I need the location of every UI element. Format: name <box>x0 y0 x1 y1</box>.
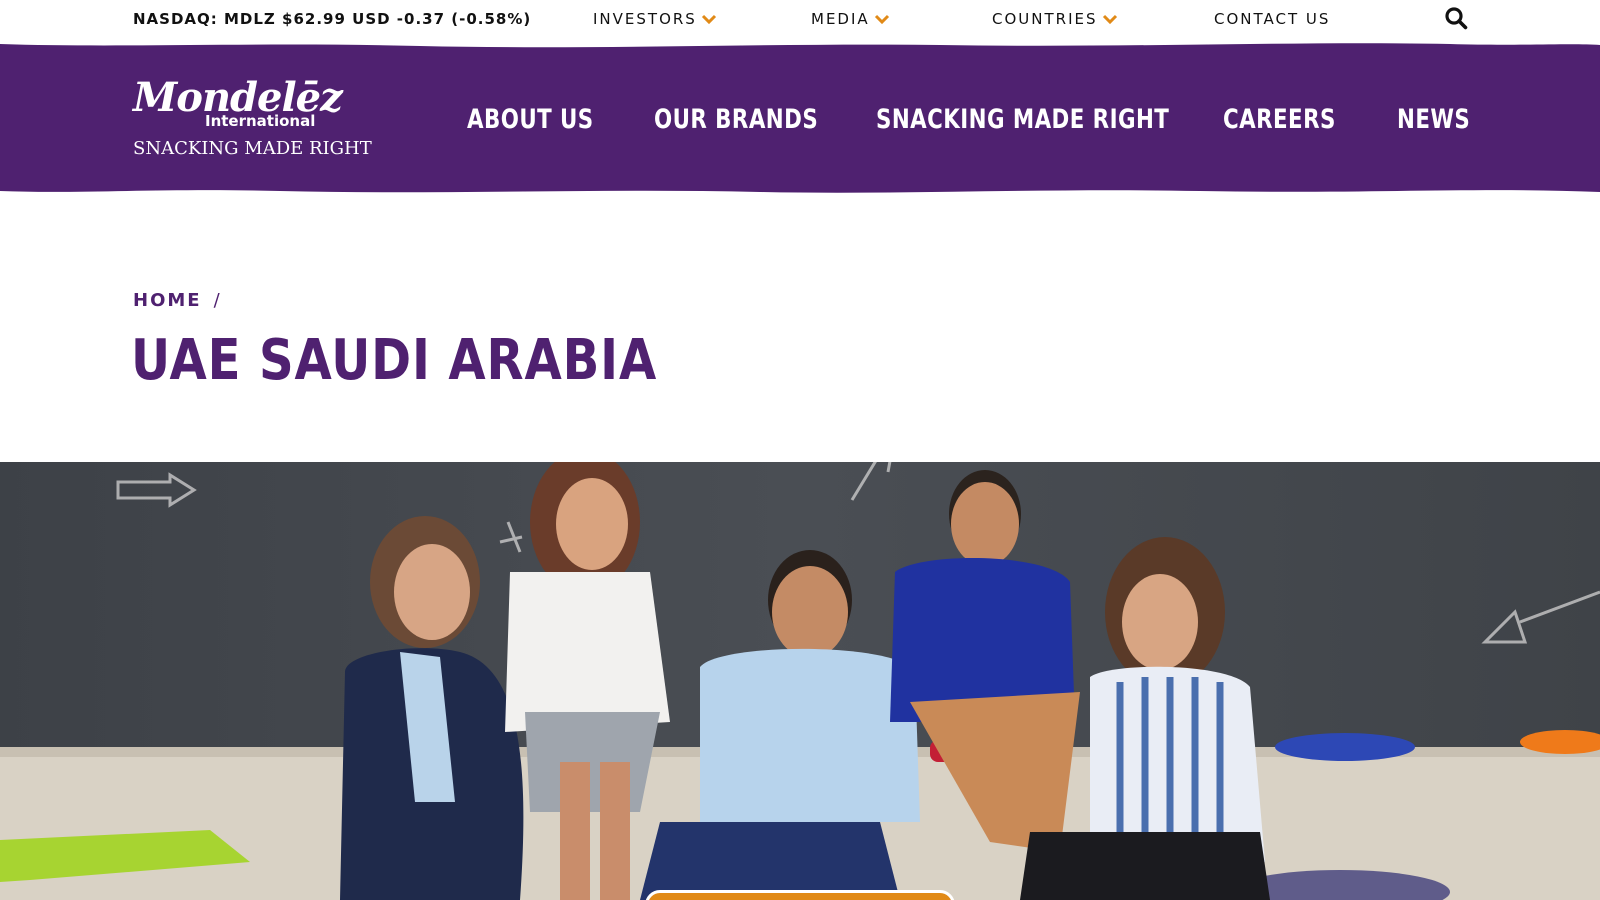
main-navigation: Mondelēz International SNACKING MADE RIG… <box>0 40 1600 198</box>
page-title: UAE SAUDI ARABIA <box>131 328 658 393</box>
logo-subtitle: International <box>205 112 316 130</box>
logo-tagline: SNACKING MADE RIGHT <box>133 138 372 159</box>
investors-label: INVESTORS <box>593 10 697 28</box>
nav-snacking-made-right[interactable]: SNACKING MADE RIGHT <box>876 104 1169 135</box>
search-icon[interactable] <box>1444 6 1468 30</box>
nav-careers[interactable]: CAREERS <box>1223 104 1336 135</box>
countries-label: COUNTRIES <box>992 10 1098 28</box>
media-label: MEDIA <box>811 10 870 28</box>
stock-ticker: NASDAQ: MDLZ $62.99 USD -0.37 (-0.58%) <box>133 10 532 28</box>
utility-bar: NASDAQ: MDLZ $62.99 USD -0.37 (-0.58%) I… <box>0 0 1600 44</box>
chevron-down-icon <box>874 14 889 25</box>
mondelez-logo[interactable]: Mondelēz International SNACKING MADE RIG… <box>133 76 372 166</box>
breadcrumb-home-link[interactable]: HOME <box>133 290 202 311</box>
countries-menu[interactable]: COUNTRIES <box>992 10 1118 28</box>
team-photo-image <box>0 462 1600 900</box>
chevron-down-icon <box>1102 14 1117 25</box>
breadcrumb-separator: / <box>213 290 222 311</box>
chevron-down-icon <box>701 14 716 25</box>
media-menu[interactable]: MEDIA <box>811 10 890 28</box>
contact-us-label: CONTACT US <box>1214 10 1331 28</box>
breadcrumb: HOME / <box>133 290 222 311</box>
nav-news[interactable]: NEWS <box>1397 104 1470 135</box>
nav-about-us[interactable]: ABOUT US <box>467 104 594 135</box>
contact-us-link[interactable]: CONTACT US <box>1214 10 1330 28</box>
investors-menu[interactable]: INVESTORS <box>593 10 717 28</box>
hero-image <box>0 462 1600 900</box>
nav-our-brands[interactable]: OUR BRANDS <box>654 104 818 135</box>
cta-button-peek[interactable] <box>645 890 955 900</box>
